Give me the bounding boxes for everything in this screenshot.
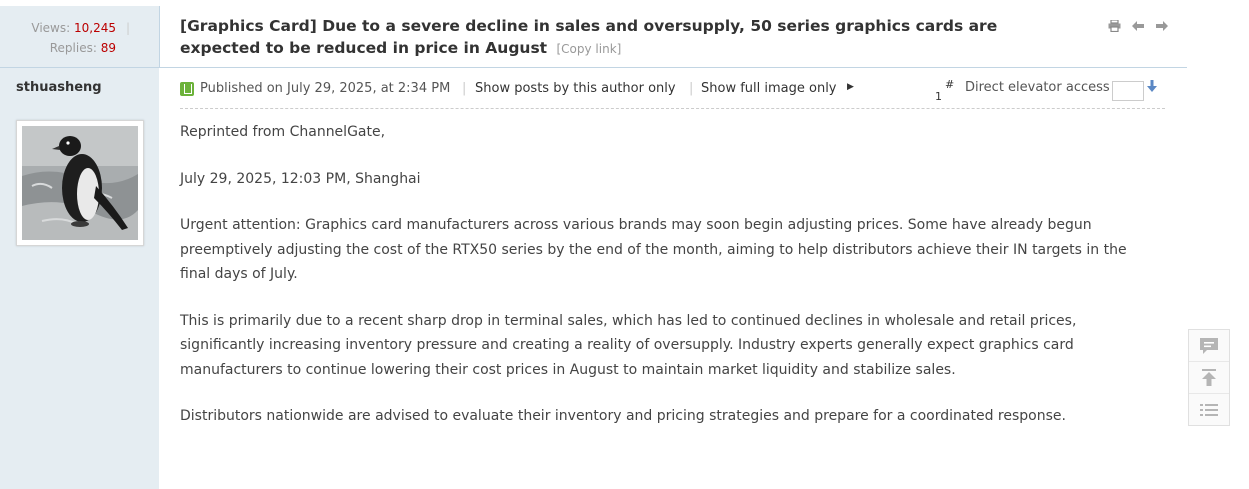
thread-frame: Views: 10,245 | Replies: 89 [Graphics Ca…	[0, 6, 1187, 489]
post-paragraph: July 29, 2025, 12:03 PM, Shanghai	[180, 170, 421, 187]
show-author-posts-link[interactable]: Show posts by this author only	[475, 81, 676, 96]
thread-title: [Graphics Card] Due to a severe decline …	[180, 15, 1060, 60]
author-column-bg	[0, 6, 159, 489]
thread-title-panel: [Graphics Card] Due to a severe decline …	[160, 6, 1187, 67]
post-paragraph: This is primarily due to a recent sharp …	[180, 312, 1077, 378]
post-body: Published on July 29, 2025, at 2:34 PM |…	[160, 68, 1187, 489]
stats-separator: |	[125, 21, 130, 35]
author-name[interactable]: sthuasheng	[16, 80, 102, 95]
post-paragraph: Reprinted from ChannelGate,	[180, 124, 386, 140]
penguin-avatar-icon	[22, 126, 138, 240]
post-paragraph: Urgent attention: Graphics card manufact…	[180, 217, 1127, 282]
post-content: Reprinted from ChannelGate, July 29, 202…	[180, 120, 1160, 451]
show-full-image-link[interactable]: Show full image only	[701, 81, 837, 96]
previous-thread-icon[interactable]	[1131, 20, 1145, 34]
meta-divider: |	[689, 81, 694, 96]
reply-icon[interactable]	[1189, 330, 1229, 362]
elevator-label: Direct elevator access	[965, 80, 1110, 95]
post-meta-bar: Published on July 29, 2025, at 2:34 PM |…	[180, 78, 1165, 109]
elevator-input[interactable]	[1112, 81, 1144, 101]
list-icon[interactable]	[1189, 394, 1229, 425]
thread-header: Views: 10,245 | Replies: 89 [Graphics Ca…	[0, 6, 1187, 68]
back-to-top-icon[interactable]	[1189, 362, 1229, 394]
online-status-icon	[180, 82, 194, 96]
views-count: 10,245	[74, 21, 116, 35]
floating-toolbar	[1188, 329, 1230, 426]
print-icon[interactable]	[1107, 19, 1121, 34]
elevator-go-icon[interactable]	[1147, 80, 1157, 95]
avatar[interactable]	[16, 120, 144, 246]
thread-header-icons	[1107, 19, 1169, 34]
post-paragraph: Distributors nationwide are advised to e…	[180, 408, 1066, 424]
caret-right-icon: ▶	[847, 82, 854, 92]
thread-stats: Views: 10,245 | Replies: 89	[31, 18, 130, 58]
published-date: Published on July 29, 2025, at 2:34 PM	[200, 81, 451, 96]
views-stat: Views: 10,245 |	[31, 18, 130, 38]
views-label: Views:	[31, 21, 71, 35]
floor-number: 1	[935, 90, 942, 103]
replies-label: Replies:	[49, 41, 97, 55]
thread-stats-panel: Views: 10,245 | Replies: 89	[0, 6, 160, 67]
next-thread-icon[interactable]	[1155, 20, 1169, 34]
floor-mark: #	[945, 78, 955, 91]
meta-divider: |	[462, 81, 467, 96]
copy-link[interactable]: [Copy link]	[557, 42, 622, 56]
replies-count: 89	[100, 41, 116, 55]
replies-stat: Replies: 89	[31, 38, 116, 58]
